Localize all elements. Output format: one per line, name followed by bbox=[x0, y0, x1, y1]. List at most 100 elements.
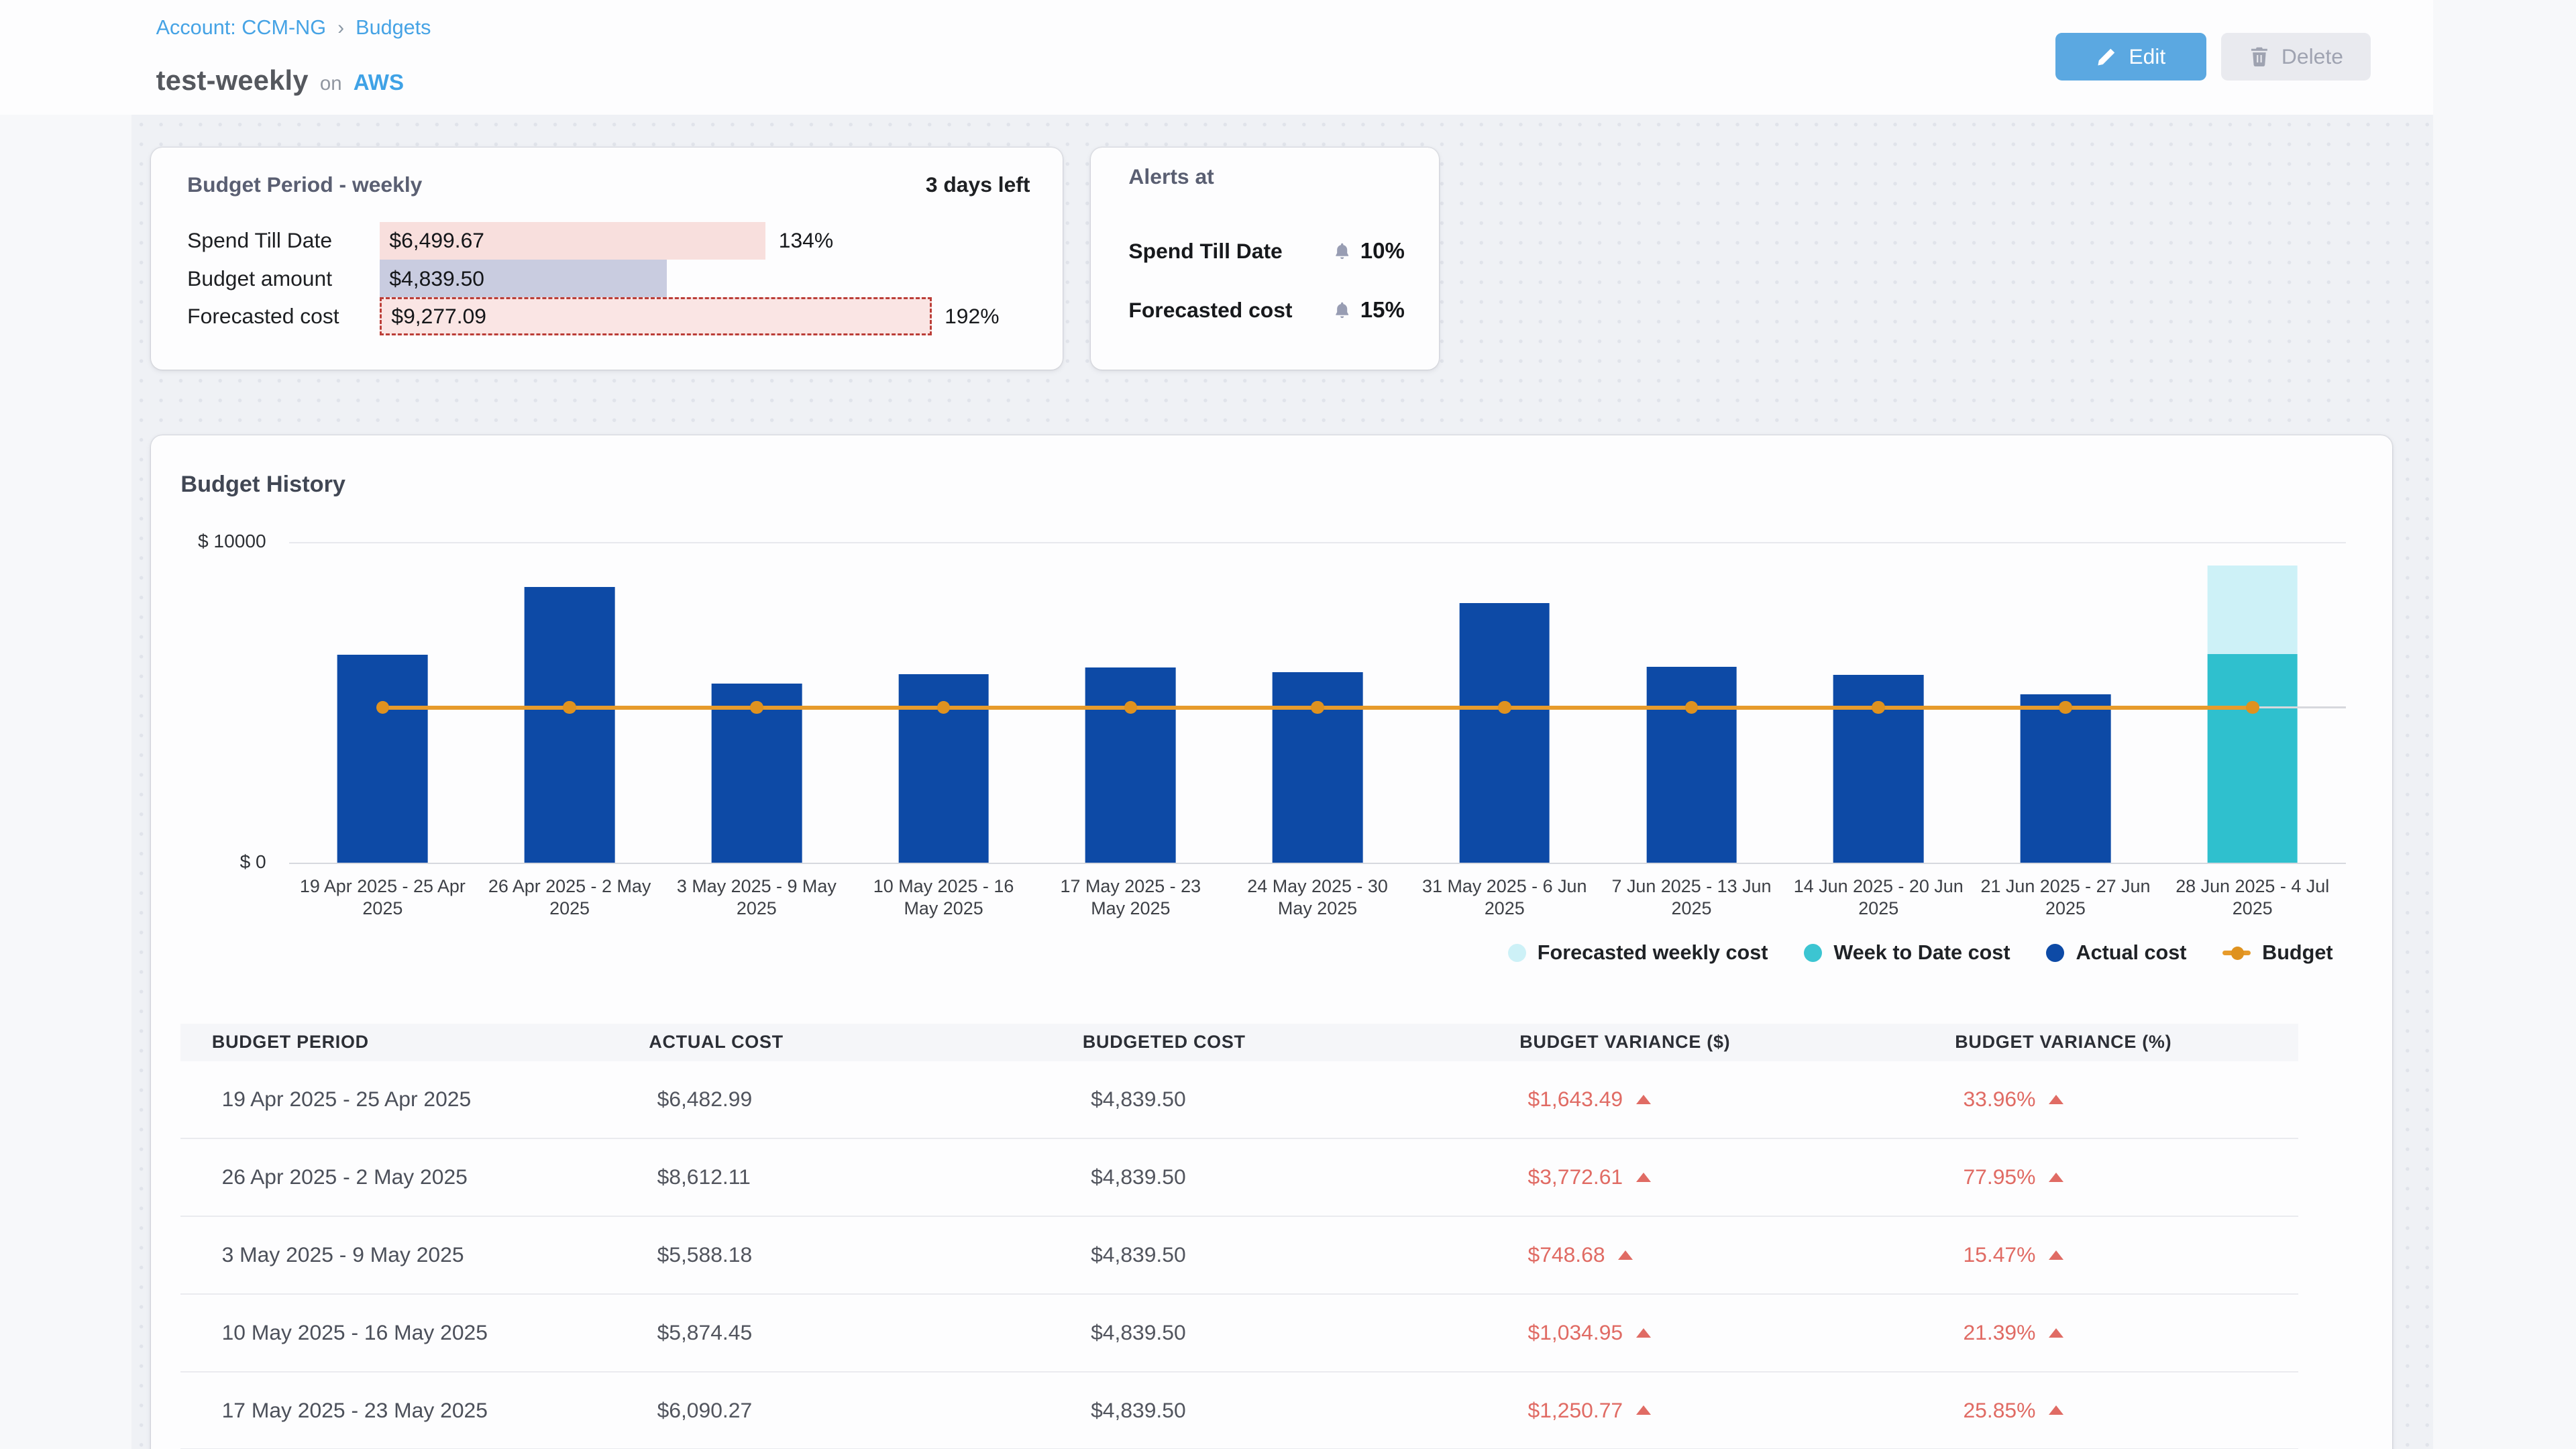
legend-item-forecasted-weekly-cost[interactable]: Forecasted weekly cost bbox=[1508, 941, 1768, 965]
cell-budget-variance-pct: 15.47% bbox=[1955, 1242, 2298, 1267]
page-title-on: on bbox=[320, 72, 342, 95]
forecast-bar: $9,277.09 bbox=[380, 297, 932, 335]
budget-line-marker[interactable] bbox=[1498, 701, 1511, 714]
cell-budget-period: 3 May 2025 - 9 May 2025 bbox=[180, 1242, 649, 1267]
x-axis-label: 19 Apr 2025 - 25 Apr 2025 bbox=[289, 875, 476, 920]
budget-period-bars: Spend Till Date$6,499.67134%Budget amoun… bbox=[187, 222, 1046, 335]
x-axis-labels: 19 Apr 2025 - 25 Apr 202526 Apr 2025 - 2… bbox=[289, 875, 2346, 920]
arrow-up-icon bbox=[1636, 1405, 1651, 1415]
budget-line-marker[interactable] bbox=[2059, 701, 2072, 714]
cell-budget-period: 17 May 2025 - 23 May 2025 bbox=[180, 1398, 649, 1423]
alerts-title: Alerts at bbox=[1128, 164, 1214, 189]
budget-line-marker[interactable] bbox=[750, 701, 763, 714]
budget-period-row-value: $9,277.09 bbox=[382, 304, 486, 329]
legend-label: Forecasted weekly cost bbox=[1538, 941, 1768, 965]
actual-cost-bar[interactable] bbox=[525, 587, 615, 863]
legend-item-budget[interactable]: Budget bbox=[2222, 941, 2332, 965]
budget-line-marker[interactable] bbox=[2246, 701, 2259, 714]
cell-budget-period: 19 Apr 2025 - 25 Apr 2025 bbox=[180, 1087, 649, 1112]
cell-actual-cost: $5,588.18 bbox=[649, 1242, 1083, 1267]
x-axis-label: 17 May 2025 - 23 May 2025 bbox=[1037, 875, 1224, 920]
budget-period-row-label: Spend Till Date bbox=[187, 228, 380, 253]
week-to-date-bar[interactable] bbox=[2207, 654, 2298, 862]
cell-budget-variance-usd: $3,772.61 bbox=[1519, 1165, 1955, 1189]
breadcrumb-budgets-link[interactable]: Budgets bbox=[356, 16, 431, 40]
budget-history-table: BUDGET PERIODACTUAL COSTBUDGETED COSTBUD… bbox=[180, 1024, 2298, 1449]
actual-cost-bar[interactable] bbox=[1085, 667, 1176, 863]
alert-row: Spend Till Date10% bbox=[1128, 222, 1404, 281]
cell-budgeted-cost: $4,839.50 bbox=[1083, 1242, 1519, 1267]
budget-period-row-label: Forecasted cost bbox=[187, 304, 380, 329]
budget-period-row-percent: 192% bbox=[945, 304, 999, 329]
legend-label: Week to Date cost bbox=[1833, 941, 2010, 965]
y-axis-max-label: $ 10000 bbox=[151, 531, 266, 552]
legend-dot-icon bbox=[1508, 944, 1526, 962]
x-axis-label: 3 May 2025 - 9 May 2025 bbox=[663, 875, 850, 920]
legend-item-actual-cost[interactable]: Actual cost bbox=[2046, 941, 2186, 965]
chart-plot-area bbox=[289, 542, 2346, 863]
delete-button[interactable]: Delete bbox=[2221, 33, 2371, 80]
budget-period-row: Forecasted cost$9,277.09 192% bbox=[187, 297, 1046, 335]
arrow-up-icon bbox=[1618, 1250, 1633, 1260]
cell-budgeted-cost: $4,839.50 bbox=[1083, 1320, 1519, 1345]
budget-line-marker[interactable] bbox=[563, 701, 576, 714]
breadcrumb-account-link[interactable]: Account: CCM-NG bbox=[156, 16, 326, 40]
gridline-baseline bbox=[289, 863, 2346, 864]
budget-period-row-percent: 134% bbox=[779, 228, 833, 253]
arrow-up-icon bbox=[2049, 1405, 2063, 1415]
page-title-platform: AWS bbox=[354, 70, 404, 96]
alert-row-label: Forecasted cost bbox=[1128, 298, 1332, 323]
cell-budget-variance-usd: $1,643.49 bbox=[1519, 1087, 1955, 1112]
table-header-cell: BUDGET PERIOD bbox=[180, 1032, 649, 1053]
budget-line-marker[interactable] bbox=[1311, 701, 1324, 714]
cell-budgeted-cost: $4,839.50 bbox=[1083, 1087, 1519, 1112]
x-axis-label: 10 May 2025 - 16 May 2025 bbox=[850, 875, 1037, 920]
actual-cost-bar[interactable] bbox=[337, 655, 428, 863]
budget-line-legend-icon bbox=[2222, 951, 2251, 955]
forecasted-weekly-bar[interactable] bbox=[2207, 566, 2298, 655]
actual-cost-bar[interactable] bbox=[2021, 694, 2111, 863]
arrow-up-icon bbox=[2049, 1095, 2063, 1104]
alert-threshold-value: 10% bbox=[1360, 239, 1405, 264]
x-axis-label: 31 May 2025 - 6 Jun 2025 bbox=[1411, 875, 1598, 920]
cell-actual-cost: $6,482.99 bbox=[649, 1087, 1083, 1112]
arrow-up-icon bbox=[1636, 1095, 1651, 1104]
cell-budget-period: 26 Apr 2025 - 2 May 2025 bbox=[180, 1165, 649, 1189]
cell-budget-period: 10 May 2025 - 16 May 2025 bbox=[180, 1320, 649, 1345]
bell-icon bbox=[1332, 241, 1352, 262]
bell-icon bbox=[1332, 300, 1352, 321]
x-axis-label: 24 May 2025 - 30 May 2025 bbox=[1224, 875, 1411, 920]
actual-cost-bar[interactable] bbox=[1459, 603, 1550, 863]
table-row: 3 May 2025 - 9 May 2025$5,588.18$4,839.5… bbox=[180, 1217, 2298, 1295]
actual-cost-bar[interactable] bbox=[1646, 667, 1737, 862]
budget-period-row-value: $4,839.50 bbox=[380, 266, 484, 291]
alerts-card: Alerts at Spend Till Date10%Forecasted c… bbox=[1091, 148, 1439, 370]
x-axis-label: 14 Jun 2025 - 20 Jun 2025 bbox=[1785, 875, 1972, 920]
trash-icon bbox=[2249, 45, 2270, 68]
x-axis-label: 26 Apr 2025 - 2 May 2025 bbox=[476, 875, 663, 920]
cell-budget-variance-pct: 77.95% bbox=[1955, 1165, 2298, 1189]
delete-button-label: Delete bbox=[2282, 44, 2343, 69]
edit-button-label: Edit bbox=[2129, 44, 2165, 69]
legend-label: Budget bbox=[2262, 941, 2332, 965]
alerts-rows: Spend Till Date10% Forecasted cost 15% bbox=[1128, 222, 1404, 340]
alert-threshold-value: 15% bbox=[1360, 298, 1405, 323]
legend-item-week-to-date-cost[interactable]: Week to Date cost bbox=[1804, 941, 2010, 965]
edit-button[interactable]: Edit bbox=[2055, 33, 2206, 80]
cell-actual-cost: $5,874.45 bbox=[649, 1320, 1083, 1345]
cell-actual-cost: $6,090.27 bbox=[649, 1398, 1083, 1423]
page-title-row: test-weekly on AWS bbox=[156, 64, 404, 97]
budget-period-title: Budget Period - weekly bbox=[187, 172, 422, 197]
budget-history-title: Budget History bbox=[180, 472, 345, 498]
budget-bar: $4,839.50 bbox=[380, 260, 667, 297]
cell-budget-variance-pct: 33.96% bbox=[1955, 1087, 2298, 1112]
table-row: 17 May 2025 - 23 May 2025$6,090.27$4,839… bbox=[180, 1373, 2298, 1449]
table-header-row: BUDGET PERIODACTUAL COSTBUDGETED COSTBUD… bbox=[180, 1024, 2298, 1061]
budget-period-row: Spend Till Date$6,499.67 134% bbox=[187, 222, 1046, 260]
alert-row: Forecasted cost 15% bbox=[1128, 281, 1404, 340]
cell-budget-variance-pct: 21.39% bbox=[1955, 1320, 2298, 1345]
cell-actual-cost: $8,612.11 bbox=[649, 1165, 1083, 1189]
budget-period-row-value: $6,499.67 bbox=[380, 228, 484, 253]
legend-label: Actual cost bbox=[2076, 941, 2186, 965]
x-axis-label: 21 Jun 2025 - 27 Jun 2025 bbox=[1972, 875, 2159, 920]
